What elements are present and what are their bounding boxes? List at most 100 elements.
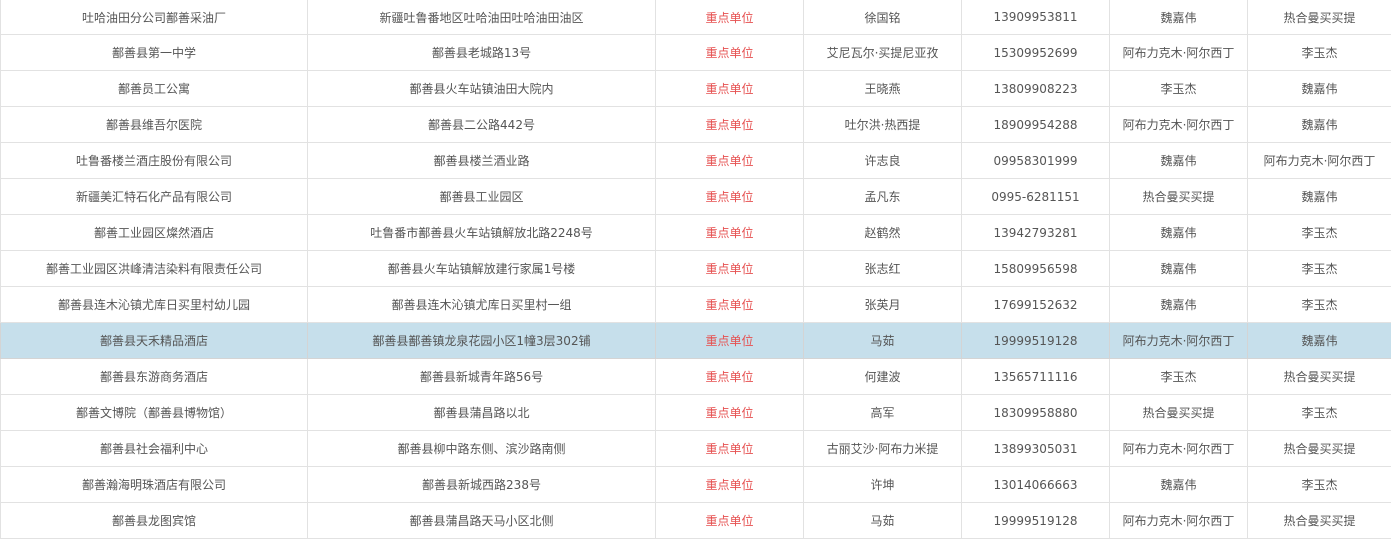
unit-level-cell: 重点单位 [655,430,804,467]
unit-level-cell: 重点单位 [655,286,804,323]
supervising-leader-cell: 魏嘉伟 [1247,70,1391,107]
responsible-leader-cell: 阿布力克木·阿尔西丁 [1109,502,1248,539]
unit-level-cell: 重点单位 [655,34,804,71]
supervising-leader-cell: 魏嘉伟 [1247,322,1391,359]
address-cell: 鄯善县蒲昌路以北 [307,394,656,431]
unit-level-cell: 重点单位 [655,214,804,251]
contact-person-cell: 张英月 [803,286,962,323]
responsible-leader-cell: 魏嘉伟 [1109,0,1248,35]
phone-cell: 17699152632 [961,286,1110,323]
phone-cell: 15809956598 [961,250,1110,287]
responsible-leader-cell: 阿布力克木·阿尔西丁 [1109,34,1248,71]
unit-level-cell: 重点单位 [655,70,804,107]
supervising-leader-cell: 李玉杰 [1247,250,1391,287]
contact-person-cell: 许坤 [803,466,962,503]
unit-level-cell: 重点单位 [655,394,804,431]
table-row[interactable]: 鄯善县连木沁镇尤库日买里村幼儿园 鄯善县连木沁镇尤库日买里村一组 重点单位 张英月 17… [0,286,1391,323]
supervising-leader-cell: 热合曼买买提 [1247,0,1391,35]
table-row[interactable]: 吐哈油田分公司鄯善采油厂 新疆吐鲁番地区吐哈油田吐哈油田油区 重点单位 徐国铭 1390… [0,0,1391,35]
unit-name-cell: 鄯善县社会福利中心 [0,430,308,467]
units-table-body: 吐哈油田分公司鄯善采油厂 新疆吐鲁番地区吐哈油田吐哈油田油区 重点单位 徐国铭 1390… [0,0,1391,539]
table-row[interactable]: 鄯善县社会福利中心 鄯善县柳中路东侧、滨沙路南侧 重点单位 古丽艾沙·阿布力米提 138… [0,430,1391,467]
responsible-leader-cell: 魏嘉伟 [1109,250,1248,287]
unit-name-cell: 鄯善工业园区洪峰清洁染料有限责任公司 [0,250,308,287]
phone-cell: 15309952699 [961,34,1110,71]
responsible-leader-cell: 李玉杰 [1109,358,1248,395]
supervising-leader-cell: 热合曼买买提 [1247,430,1391,467]
phone-cell: 19999519128 [961,502,1110,539]
contact-person-cell: 许志良 [803,142,962,179]
phone-cell: 13942793281 [961,214,1110,251]
units-table: 吐哈油田分公司鄯善采油厂 新疆吐鲁番地区吐哈油田吐哈油田油区 重点单位 徐国铭 1390… [0,0,1391,539]
supervising-leader-cell: 阿布力克木·阿尔西丁 [1247,142,1391,179]
supervising-leader-cell: 热合曼买买提 [1247,502,1391,539]
unit-name-cell: 鄯善瀚海明珠酒店有限公司 [0,466,308,503]
contact-person-cell: 赵鹤然 [803,214,962,251]
table-row[interactable]: 鄯善县龙图宾馆 鄯善县蒲昌路天马小区北侧 重点单位 马茹 19999519128 阿布力克… [0,502,1391,539]
unit-name-cell: 鄯善文博院（鄯善县博物馆） [0,394,308,431]
phone-cell: 0995-6281151 [961,178,1110,215]
responsible-leader-cell: 魏嘉伟 [1109,466,1248,503]
responsible-leader-cell: 魏嘉伟 [1109,142,1248,179]
responsible-leader-cell: 魏嘉伟 [1109,286,1248,323]
contact-person-cell: 艾尼瓦尔·买提尼亚孜 [803,34,962,71]
unit-name-cell: 鄯善县连木沁镇尤库日买里村幼儿园 [0,286,308,323]
table-row[interactable]: 鄯善文博院（鄯善县博物馆） 鄯善县蒲昌路以北 重点单位 高军 18309958880 热合… [0,394,1391,431]
unit-level-cell: 重点单位 [655,250,804,287]
unit-name-cell: 吐鲁番楼兰酒庄股份有限公司 [0,142,308,179]
phone-cell: 18909954288 [961,106,1110,143]
phone-cell: 18309958880 [961,394,1110,431]
table-row[interactable]: 鄯善员工公寓 鄯善县火车站镇油田大院内 重点单位 王晓燕 13809908223 李玉杰魏… [0,70,1391,107]
unit-level-cell: 重点单位 [655,358,804,395]
responsible-leader-cell: 魏嘉伟 [1109,214,1248,251]
phone-cell: 09958301999 [961,142,1110,179]
table-row[interactable]: 鄯善瀚海明珠酒店有限公司 鄯善县新城西路238号 重点单位 许坤 13014066663… [0,466,1391,503]
table-row[interactable]: 鄯善工业园区洪峰清洁染料有限责任公司 鄯善县火车站镇解放建行家属1号楼 重点单位 张志… [0,250,1391,287]
contact-person-cell: 徐国铭 [803,0,962,35]
address-cell: 鄯善县二公路442号 [307,106,656,143]
address-cell: 鄯善县连木沁镇尤库日买里村一组 [307,286,656,323]
address-cell: 鄯善县楼兰酒业路 [307,142,656,179]
table-row[interactable]: 鄯善县第一中学 鄯善县老城路13号 重点单位 艾尼瓦尔·买提尼亚孜 1530995269… [0,34,1391,71]
unit-name-cell: 鄯善县东游商务酒店 [0,358,308,395]
supervising-leader-cell: 热合曼买买提 [1247,358,1391,395]
contact-person-cell: 古丽艾沙·阿布力米提 [803,430,962,467]
responsible-leader-cell: 阿布力克木·阿尔西丁 [1109,322,1248,359]
table-row[interactable]: 鄯善县天禾精品酒店 鄯善县鄯善镇龙泉花园小区1幢3层302铺 重点单位 马茹 19999… [0,322,1391,359]
address-cell: 鄯善县火车站镇解放建行家属1号楼 [307,250,656,287]
contact-person-cell: 吐尔洪·热西提 [803,106,962,143]
address-cell: 鄯善县柳中路东侧、滨沙路南侧 [307,430,656,467]
unit-level-cell: 重点单位 [655,178,804,215]
supervising-leader-cell: 李玉杰 [1247,214,1391,251]
contact-person-cell: 马茹 [803,322,962,359]
address-cell: 鄯善县鄯善镇龙泉花园小区1幢3层302铺 [307,322,656,359]
unit-name-cell: 鄯善县维吾尔医院 [0,106,308,143]
address-cell: 鄯善县工业园区 [307,178,656,215]
phone-cell: 13899305031 [961,430,1110,467]
contact-person-cell: 何建波 [803,358,962,395]
phone-cell: 13809908223 [961,70,1110,107]
table-row[interactable]: 鄯善工业园区燦然酒店 吐鲁番市鄯善县火车站镇解放北路2248号 重点单位 赵鹤然 139… [0,214,1391,251]
phone-cell: 13565711116 [961,358,1110,395]
address-cell: 鄯善县新城青年路56号 [307,358,656,395]
supervising-leader-cell: 魏嘉伟 [1247,106,1391,143]
contact-person-cell: 王晓燕 [803,70,962,107]
supervising-leader-cell: 李玉杰 [1247,466,1391,503]
supervising-leader-cell: 李玉杰 [1247,34,1391,71]
responsible-leader-cell: 阿布力克木·阿尔西丁 [1109,430,1248,467]
unit-name-cell: 鄯善工业园区燦然酒店 [0,214,308,251]
supervising-leader-cell: 李玉杰 [1247,394,1391,431]
contact-person-cell: 张志红 [803,250,962,287]
unit-level-cell: 重点单位 [655,0,804,35]
table-row[interactable]: 鄯善县维吾尔医院 鄯善县二公路442号 重点单位 吐尔洪·热西提 18909954288… [0,106,1391,143]
table-row[interactable]: 吐鲁番楼兰酒庄股份有限公司 鄯善县楼兰酒业路 重点单位 许志良 09958301999 魏… [0,142,1391,179]
responsible-leader-cell: 阿布力克木·阿尔西丁 [1109,106,1248,143]
unit-level-cell: 重点单位 [655,142,804,179]
table-row[interactable]: 鄯善县东游商务酒店 鄯善县新城青年路56号 重点单位 何建波 13565711116 李玉… [0,358,1391,395]
unit-name-cell: 吐哈油田分公司鄯善采油厂 [0,0,308,35]
unit-level-cell: 重点单位 [655,466,804,503]
unit-level-cell: 重点单位 [655,502,804,539]
supervising-leader-cell: 魏嘉伟 [1247,178,1391,215]
supervising-leader-cell: 李玉杰 [1247,286,1391,323]
table-row[interactable]: 新疆美汇特石化产品有限公司 鄯善县工业园区 重点单位 孟凡东 0995-6281151 热… [0,178,1391,215]
